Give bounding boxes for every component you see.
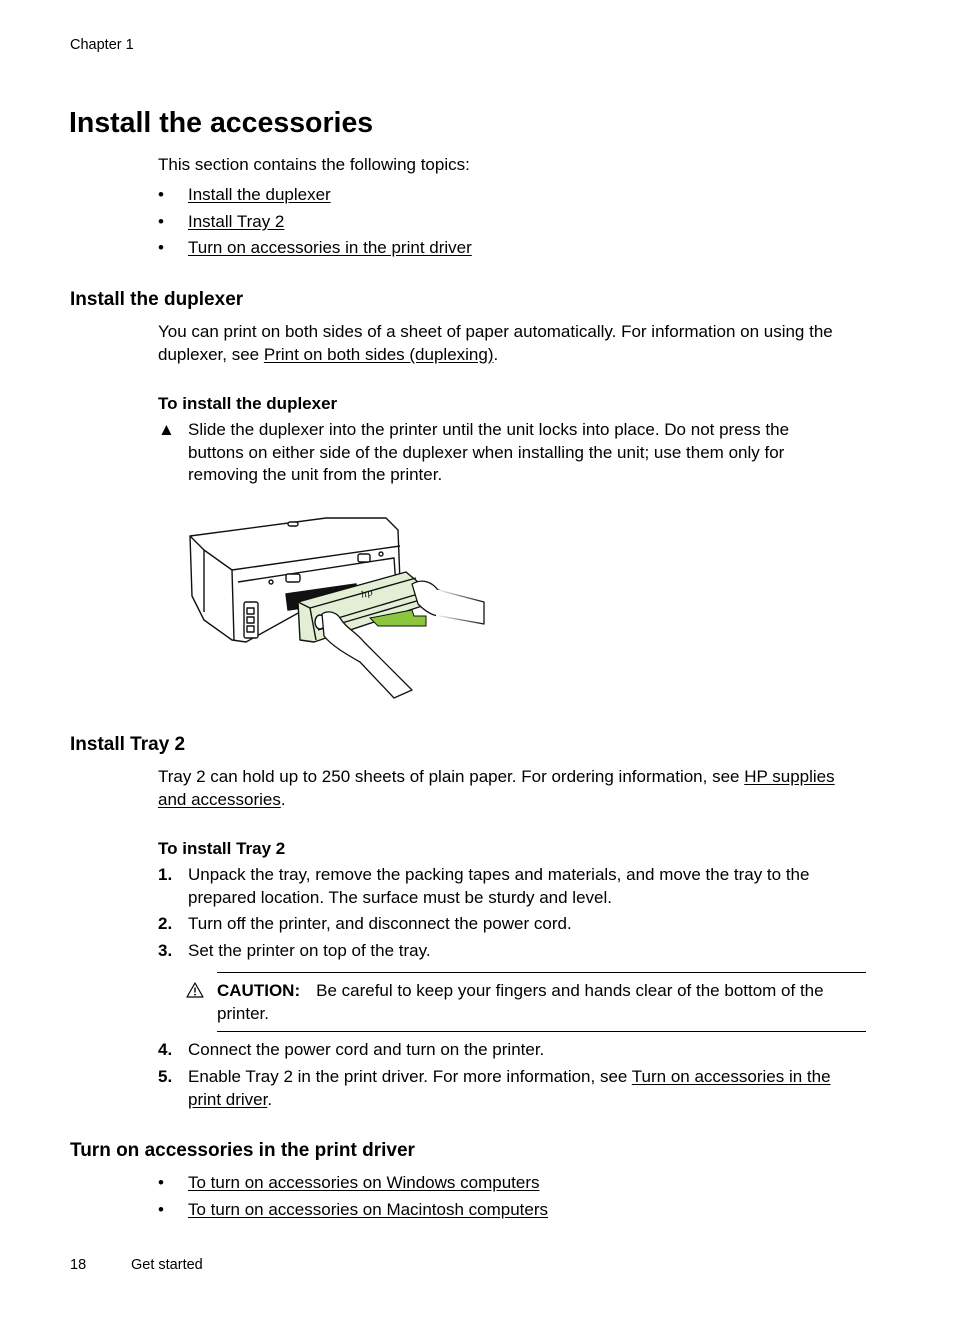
triangle-step-icon: ▲ xyxy=(158,420,175,439)
topic-item: • Turn on accessories in the print driver xyxy=(158,237,472,264)
step-text: Unpack the tray, remove the packing tape… xyxy=(188,865,810,907)
topic-item: • Install the duplexer xyxy=(158,184,472,211)
duplexer-step-text: Slide the duplexer into the printer unti… xyxy=(188,420,790,484)
duplexer-paragraph: You can print on both sides of a sheet o… xyxy=(158,321,868,366)
driver-link-list: • To turn on accessories on Windows compu… xyxy=(158,1172,548,1225)
bullet: • xyxy=(158,211,164,231)
intro-text: This section contains the following topi… xyxy=(158,155,470,174)
windows-accessories-link[interactable]: To turn on accessories on Windows comput… xyxy=(188,1173,540,1192)
bullet: • xyxy=(158,1173,164,1192)
topic-item: • Install Tray 2 xyxy=(158,211,472,238)
step-number: 2. xyxy=(158,914,173,933)
tray2-step: 1. Unpack the tray, remove the packing t… xyxy=(158,864,868,909)
period: . xyxy=(493,344,499,364)
step-text: Connect the power cord and turn on the p… xyxy=(188,1040,545,1059)
step-text-prefix: Enable Tray 2 in the print driver. For m… xyxy=(188,1067,632,1086)
bullet: • xyxy=(158,238,164,257)
duplexer-step: ▲ Slide the duplexer into the printer un… xyxy=(158,419,848,487)
driver-link-item: • To turn on accessories on Macintosh com… xyxy=(158,1199,548,1226)
duplexer-install-illustration: hp xyxy=(189,517,485,699)
tray2-step: 3. Set the printer on top of the tray. xyxy=(158,940,868,963)
duplexing-link[interactable]: Print on both sides (duplexing) xyxy=(264,345,494,364)
procedure-title-tray2: To install Tray 2 xyxy=(158,839,286,858)
step-number: 1. xyxy=(158,865,173,884)
section-heading-tray2: Install Tray 2 xyxy=(70,734,186,755)
procedure-title-duplexer: To install the duplexer xyxy=(158,394,338,413)
topic-link-tray2[interactable]: Install Tray 2 xyxy=(188,212,284,231)
footer-section: Get started xyxy=(131,1257,203,1273)
topic-link-print-driver[interactable]: Turn on accessories in the print driver xyxy=(188,238,472,257)
step-number: 5. xyxy=(158,1067,173,1086)
caution-label: CAUTION: xyxy=(217,981,301,1000)
step-number: 3. xyxy=(158,941,173,960)
driver-link-item: • To turn on accessories on Windows compu… xyxy=(158,1172,548,1199)
section-heading-print-driver: Turn on accessories in the print driver xyxy=(70,1140,415,1161)
step-text: Enable Tray 2 in the print driver. For m… xyxy=(158,1066,858,1111)
period: . xyxy=(280,789,286,809)
warning-triangle-icon xyxy=(186,982,204,998)
topic-link-duplexer[interactable]: Install the duplexer xyxy=(188,185,331,204)
page-number: 18 xyxy=(70,1257,87,1273)
step-text: Turn off the printer, and disconnect the… xyxy=(188,914,572,933)
caution-body: Be careful to keep your fingers and hand… xyxy=(217,981,824,1023)
bullet: • xyxy=(158,1199,164,1219)
tray2-step: 5. Enable Tray 2 in the print driver. Fo… xyxy=(158,1066,858,1111)
section-heading-duplexer: Install the duplexer xyxy=(70,289,244,310)
tray2-paragraph: Tray 2 can hold up to 250 sheets of plai… xyxy=(158,766,838,811)
tray2-step: 2. Turn off the printer, and disconnect … xyxy=(158,913,868,936)
caution-note: CAUTION: Be careful to keep your fingers … xyxy=(186,972,866,1032)
caution-text: CAUTION: Be careful to keep your fingers … xyxy=(217,979,857,1025)
running-head: Chapter 1 xyxy=(70,37,134,53)
macintosh-accessories-link[interactable]: To turn on accessories on Macintosh comp… xyxy=(188,1200,548,1219)
page-title: Install the accessories xyxy=(69,107,374,139)
step-text: Set the printer on top of the tray. xyxy=(188,941,431,960)
bullet: • xyxy=(158,185,164,204)
topic-list: • Install the duplexer • Install Tray 2 • T… xyxy=(158,184,472,264)
tray2-paragraph-text: Tray 2 can hold up to 250 sheets of plai… xyxy=(158,767,745,786)
step-number: 4. xyxy=(158,1040,173,1059)
period: . xyxy=(267,1089,273,1109)
tray2-step: 4. Connect the power cord and turn on th… xyxy=(158,1039,868,1062)
